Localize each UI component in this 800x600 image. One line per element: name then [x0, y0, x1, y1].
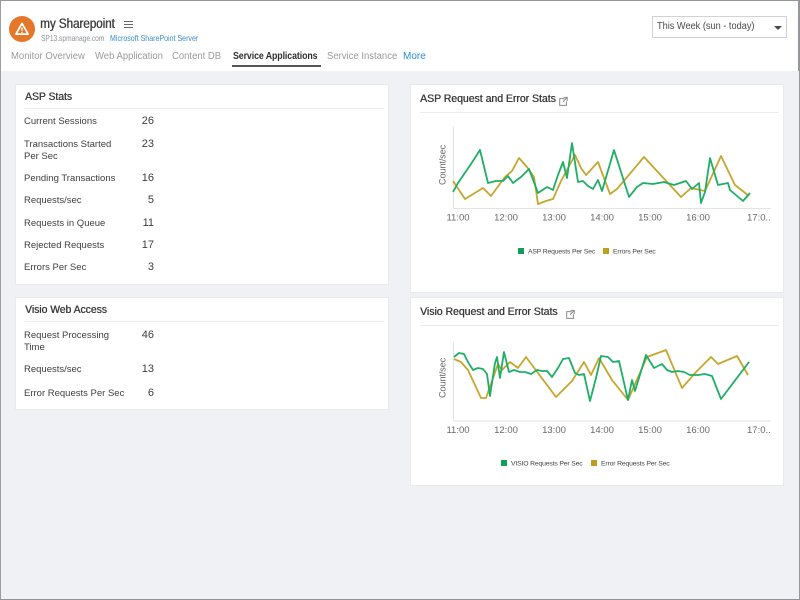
- svg-text:14:00: 14:00: [590, 425, 614, 436]
- svg-text:12:00: 12:00: [494, 425, 518, 436]
- svg-text:12:00: 12:00: [494, 213, 518, 224]
- svg-text:14:00: 14:00: [590, 213, 614, 224]
- svg-text:15:00: 15:00: [638, 213, 662, 224]
- svg-text:17:0..: 17:0..: [747, 213, 771, 224]
- svg-text:16:00: 16:00: [686, 213, 710, 224]
- svg-text:11:00: 11:00: [446, 425, 469, 436]
- svg-text:Count/sec: Count/sec: [438, 144, 448, 185]
- svg-text:17:0..: 17:0..: [747, 425, 771, 436]
- svg-text:13:00: 13:00: [542, 425, 566, 436]
- svg-text:Count/sec: Count/sec: [438, 357, 448, 398]
- svg-text:16:00: 16:00: [686, 425, 710, 436]
- svg-text:13:00: 13:00: [542, 213, 566, 224]
- svg-text:11:00: 11:00: [446, 213, 469, 224]
- svg-text:15:00: 15:00: [638, 425, 662, 436]
